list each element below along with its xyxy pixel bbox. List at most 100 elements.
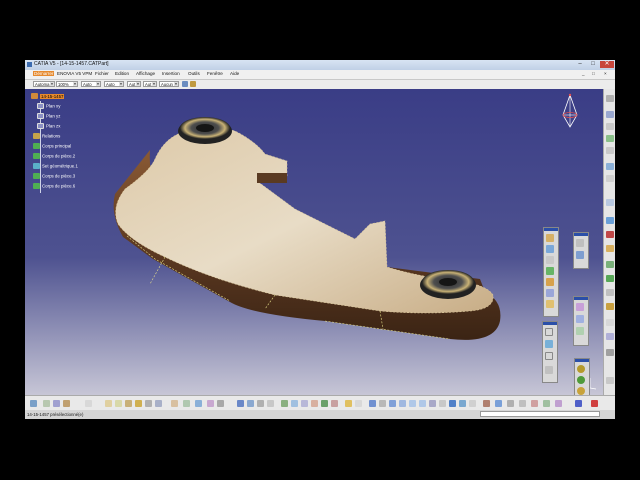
paste-icon[interactable] (125, 400, 132, 407)
plane-tool-icon[interactable] (606, 175, 614, 182)
zoom-out-icon[interactable] (419, 400, 426, 407)
catalog-icon[interactable] (606, 319, 614, 326)
remove-icon[interactable] (577, 387, 585, 395)
filter-combo[interactable]: Aucun ▼ (159, 81, 179, 87)
mirror-icon[interactable] (545, 352, 553, 360)
properties-icon[interactable] (190, 81, 196, 87)
print-icon[interactable] (85, 400, 92, 407)
menu-fichier[interactable]: Fichier (94, 71, 110, 76)
multi-view-icon[interactable] (439, 400, 446, 407)
measure-between-icon[interactable] (311, 400, 318, 407)
translate-icon[interactable] (545, 328, 553, 336)
tree-item-relations[interactable]: Relations (33, 133, 60, 141)
distance-icon[interactable] (531, 400, 538, 407)
redo-icon[interactable] (155, 400, 162, 407)
reference-point-icon[interactable] (606, 147, 614, 154)
light-icon[interactable] (345, 400, 352, 407)
workbench-icon[interactable] (30, 400, 37, 407)
menu-outils[interactable]: Outils (187, 71, 201, 76)
chamfer-icon[interactable] (576, 251, 584, 259)
hide-show-icon[interactable] (257, 400, 264, 407)
compass-icon[interactable] (555, 93, 585, 133)
transparency-combo[interactable]: 100% ▼ (56, 81, 78, 87)
capture-icon[interactable] (555, 400, 562, 407)
tree-item-set-geometrique-1[interactable]: Set géométrique.1 (33, 163, 78, 171)
tree-item-corps-piece-3[interactable]: Corps de pièce.3 (33, 173, 75, 181)
constraint-tool-icon[interactable] (207, 400, 214, 407)
format-painter-icon[interactable] (182, 81, 188, 87)
menu-enovia[interactable]: ENOVIA V5 VPM (56, 71, 93, 76)
clash-icon[interactable] (543, 400, 550, 407)
sketch-icon[interactable] (183, 400, 190, 407)
open-icon[interactable] (53, 400, 60, 407)
render-icon[interactable] (495, 400, 502, 407)
hole-icon[interactable] (546, 267, 554, 275)
material-view-icon[interactable] (483, 400, 490, 407)
tree-item-corps-piece-6[interactable]: Corps de pièce.6 (33, 183, 75, 191)
space-analysis-icon[interactable] (519, 400, 526, 407)
rotate-view-icon[interactable] (399, 400, 406, 407)
3d-viewport[interactable]: 14-15-1457 Plan xy Plan yz Plan zx Relat… (25, 89, 603, 395)
fit-all-icon[interactable] (379, 400, 386, 407)
swap-visible-space-icon[interactable] (267, 400, 274, 407)
paste-special-icon[interactable] (135, 400, 142, 407)
part-geometry[interactable] (25, 89, 603, 395)
constraint-icon[interactable] (606, 135, 614, 142)
command-input[interactable] (480, 411, 600, 417)
undo-icon[interactable] (145, 400, 152, 407)
save-icon[interactable] (63, 400, 70, 407)
clipping-icon[interactable] (355, 400, 362, 407)
toolbar-handle[interactable] (574, 233, 588, 236)
macro-icon[interactable] (575, 400, 582, 407)
curvature-icon[interactable] (606, 245, 614, 252)
split-icon[interactable] (576, 303, 584, 311)
tree-item-plan-zx[interactable]: Plan zx (37, 123, 60, 131)
line-icon[interactable] (606, 163, 614, 170)
annotation-icon[interactable] (606, 123, 614, 130)
tree-item-corps-piece-2[interactable]: Corps de pièce.2 (33, 153, 75, 161)
copy-icon[interactable] (115, 400, 122, 407)
apply-material-icon[interactable] (606, 261, 614, 268)
formula-icon[interactable] (606, 303, 614, 310)
pad-icon[interactable] (546, 234, 554, 242)
doc-minimize-button[interactable]: _ (581, 71, 586, 76)
3d-axis-icon[interactable] (281, 400, 288, 407)
hide-icon[interactable] (469, 400, 476, 407)
tree-item-corps-principal[interactable]: Corps principal (33, 143, 71, 151)
doc-close-button[interactable]: × (603, 71, 608, 76)
new-icon[interactable] (43, 400, 50, 407)
stop-icon[interactable] (591, 400, 598, 407)
doc-restore-button[interactable]: □ (591, 71, 596, 76)
point-combo[interactable]: Aut ▼ (127, 81, 141, 87)
pan-icon[interactable] (389, 400, 396, 407)
assemble-icon[interactable] (577, 365, 585, 373)
stiffener-icon[interactable] (546, 300, 554, 308)
knowledge-icon[interactable] (606, 289, 614, 296)
color-combo[interactable]: Automa ▼ (33, 81, 55, 87)
rib-icon[interactable] (546, 278, 554, 286)
draft-analysis-icon[interactable] (606, 231, 614, 238)
measure-item-icon[interactable] (321, 400, 328, 407)
shading-icon[interactable] (459, 400, 466, 407)
rotate-icon[interactable] (545, 340, 553, 348)
fillet-icon[interactable] (576, 239, 584, 247)
more-tools-icon[interactable] (606, 377, 614, 384)
shaft-icon[interactable] (546, 256, 554, 264)
add-icon[interactable] (577, 376, 585, 384)
snap-icon[interactable] (291, 400, 298, 407)
toolbar-handle[interactable] (575, 359, 589, 362)
linetype-combo[interactable]: Auto ▼ (81, 81, 101, 87)
update-icon[interactable] (195, 400, 202, 407)
sketcher-icon[interactable] (606, 95, 614, 102)
toolbar-handle[interactable] (574, 297, 588, 300)
menu-demarrer[interactable]: Démarrer (33, 71, 55, 76)
slot-icon[interactable] (546, 289, 554, 297)
fly-mode-icon[interactable] (369, 400, 376, 407)
close-button[interactable]: ✕ (600, 61, 614, 68)
toolbar-handle[interactable] (544, 228, 558, 231)
thickness-combo[interactable]: Auto ▼ (104, 81, 124, 87)
reorder-icon[interactable] (237, 400, 244, 407)
cut-icon[interactable] (105, 400, 112, 407)
menu-insertion[interactable]: Insertion (161, 71, 181, 76)
tree-item-plan-yz[interactable]: Plan yz (37, 113, 60, 121)
